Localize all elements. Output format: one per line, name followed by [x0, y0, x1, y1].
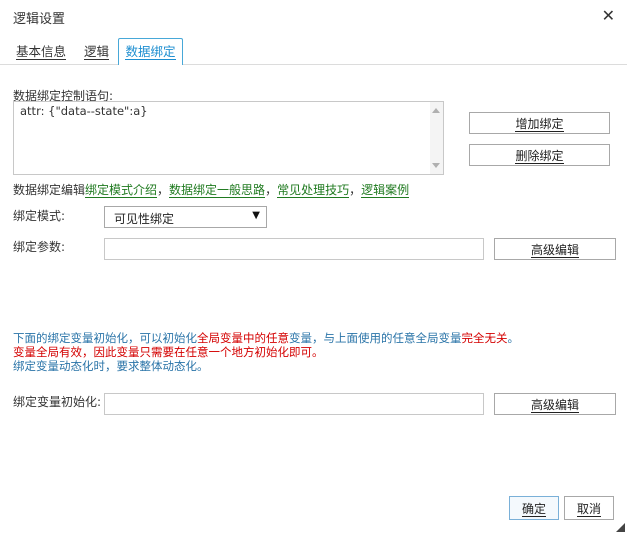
tab-bar: 基本信息 逻辑 数据绑定 — [0, 38, 627, 65]
tab-data-binding[interactable]: 数据绑定 — [118, 38, 183, 65]
link-logic-examples[interactable]: 逻辑案例 — [361, 183, 410, 198]
scroll-up-icon[interactable] — [432, 108, 440, 113]
close-icon[interactable]: ✕ — [602, 7, 615, 25]
dialog-titlebar: 逻辑设置 ✕ — [0, 0, 627, 34]
info-line-3: 绑定变量动态化时，要求整体动态化。 — [13, 359, 209, 373]
dropdown-arrow-icon: ▼ — [252, 210, 260, 221]
link-binding-mode-intro[interactable]: 绑定模式介绍 — [85, 183, 158, 198]
advanced-edit-params-label: 高级编辑 — [530, 242, 579, 258]
info-line-1-part-e: 。 — [507, 331, 520, 345]
scroll-down-icon[interactable] — [432, 163, 440, 168]
dialog-title: 逻辑设置 — [13, 12, 66, 27]
var-init-label: 绑定变量初始化: — [13, 395, 102, 409]
binding-statement-box: attr: {"data--state":a} — [13, 101, 444, 175]
advanced-edit-init-label: 高级编辑 — [530, 397, 579, 413]
link-binding-general-approach[interactable]: 数据绑定一般思路 — [169, 183, 266, 198]
binding-mode-label: 绑定模式: — [13, 209, 66, 223]
info-line-1-part-d: 完全无关 — [461, 331, 508, 345]
info-line-1-part-b: 全局变量中的任意 — [197, 331, 289, 345]
cancel-label: 取消 — [576, 501, 601, 517]
delete-binding-label: 删除绑定 — [515, 148, 564, 164]
tab-logic[interactable]: 逻辑 — [79, 40, 114, 64]
add-binding-label: 增加绑定 — [515, 116, 564, 132]
info-line-1: 下面的绑定变量初始化，可以初始化全局变量中的任意变量，与上面使用的任意全局变量完… — [13, 331, 519, 345]
binding-statement-input[interactable]: attr: {"data--state":a} — [14, 102, 430, 174]
textarea-scrollbar[interactable] — [430, 102, 443, 174]
tab-data-binding-label: 数据绑定 — [125, 44, 176, 60]
tab-basic-info[interactable]: 基本信息 — [11, 40, 71, 64]
info-line-2: 变量全局有效，因此变量只需要在任意一个地方初始化即可。 — [13, 345, 324, 359]
link-separator: ， — [265, 183, 278, 197]
add-binding-button[interactable]: 增加绑定 — [469, 112, 610, 134]
binding-mode-value: 可见性绑定 — [114, 212, 175, 226]
binding-params-input[interactable] — [104, 238, 484, 260]
advanced-edit-init-button[interactable]: 高级编辑 — [494, 393, 616, 415]
tab-basic-info-label: 基本信息 — [16, 44, 67, 60]
binding-info-text: 下面的绑定变量初始化，可以初始化全局变量中的任意变量，与上面使用的任意全局变量完… — [13, 331, 519, 373]
advanced-edit-params-button[interactable]: 高级编辑 — [494, 238, 616, 260]
info-line-1-part-c: 变量，与上面使用的任意全局变量 — [289, 331, 462, 345]
delete-binding-button[interactable]: 删除绑定 — [469, 144, 610, 166]
confirm-label: 确定 — [521, 501, 546, 517]
var-init-input[interactable] — [104, 393, 484, 415]
resize-grip-icon[interactable] — [616, 523, 625, 532]
link-common-techniques[interactable]: 常见处理技巧 — [277, 183, 350, 198]
link-separator: ， — [157, 183, 170, 197]
help-links-row: 数据绑定编辑绑定模式介绍，数据绑定一般思路，常见处理技巧，逻辑案例 — [13, 181, 410, 198]
info-line-1-part-a: 下面的绑定变量初始化，可以初始化 — [13, 331, 197, 345]
binding-mode-select[interactable]: 可见性绑定 ▼ — [104, 206, 267, 228]
tab-logic-label: 逻辑 — [84, 44, 110, 60]
help-links-prefix: 数据绑定编辑 — [13, 183, 86, 197]
binding-params-label: 绑定参数: — [13, 240, 66, 254]
cancel-button[interactable]: 取消 — [564, 496, 614, 520]
confirm-button[interactable]: 确定 — [509, 496, 559, 520]
link-separator: ， — [349, 183, 362, 197]
